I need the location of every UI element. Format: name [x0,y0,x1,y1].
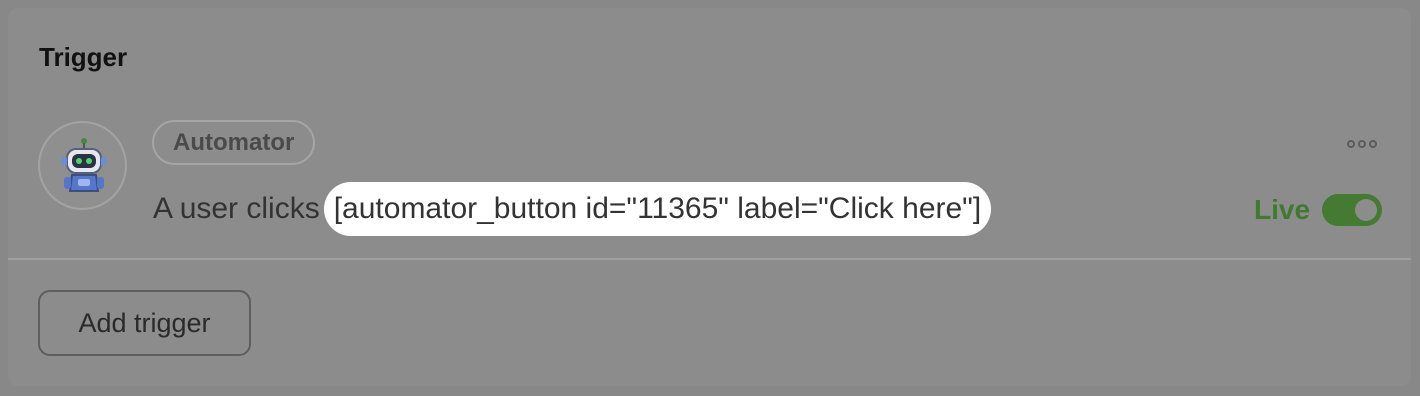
live-toggle[interactable] [1322,194,1382,226]
live-status-label: Live [1254,194,1311,225]
more-options-button[interactable] [1347,140,1377,148]
trigger-token[interactable]: [automator_button id="11365" label="Clic… [323,182,992,236]
ellipsis-icon [1358,140,1366,148]
trigger-sentence: A user clicks [automator_button id="1136… [153,182,992,236]
avatar [38,121,127,210]
ellipsis-icon [1347,140,1355,148]
trigger-card: Trigger Automator A user clicks [automat… [8,8,1411,386]
toggle-knob [1355,199,1377,221]
trigger-item: Automator A user clicks [automator_butto… [8,98,1411,256]
robot-mascot-icon [62,138,106,192]
add-trigger-button[interactable]: Add trigger [38,290,251,356]
trigger-sentence-prefix: A user clicks [153,192,320,225]
ellipsis-icon [1369,140,1377,148]
card-title: Trigger [39,42,128,72]
integration-badge: Automator [152,120,316,165]
divider [8,258,1411,260]
